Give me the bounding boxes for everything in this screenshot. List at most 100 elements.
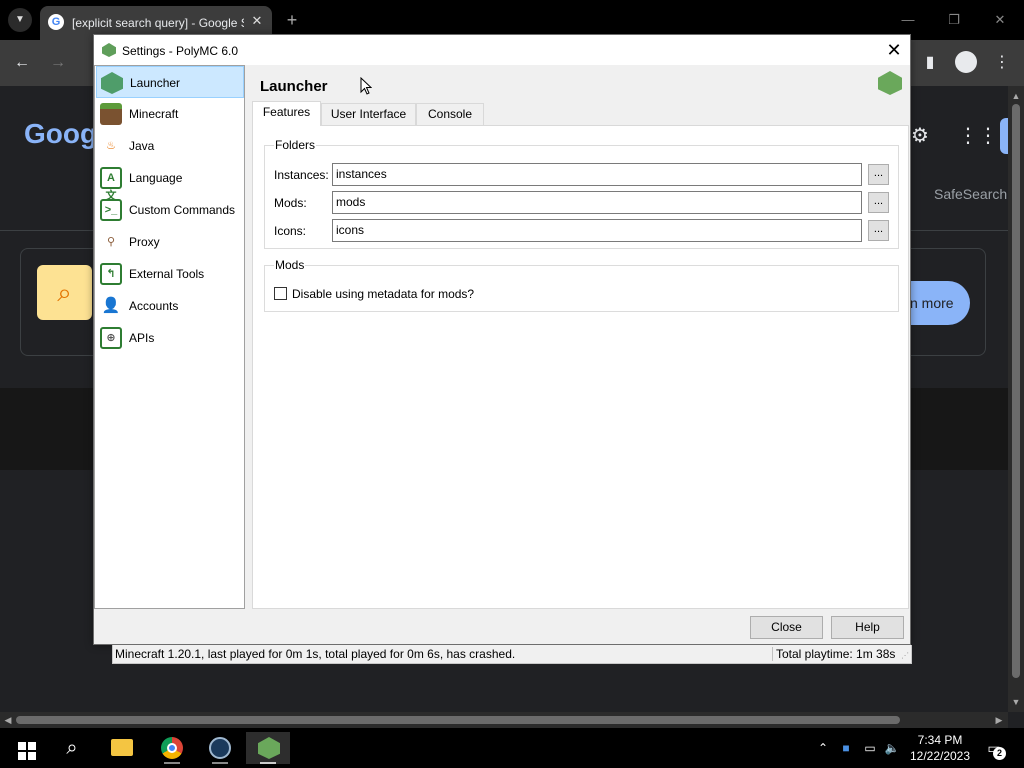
icons-browse-button[interactable]: ... [868,220,889,241]
sidepanel-icon[interactable]: ▮ [918,51,942,75]
java-icon: ♨ [106,140,116,152]
help-button[interactable]: Help [831,616,904,639]
volume-muted-icon[interactable]: 🔈 [884,740,900,756]
disable-metadata-label[interactable]: Disable using metadata for mods? [292,286,474,302]
minecraft-icon [100,103,122,125]
nav-item-external-tools[interactable]: ↰ External Tools [96,258,244,290]
mods-browse-button[interactable]: ... [868,192,889,213]
nav-label: Language [129,171,183,185]
steam-icon[interactable] [198,732,242,764]
nav-item-java[interactable]: ♨ Java [96,130,244,162]
launcher-icon [101,72,123,94]
scroll-right-arrow-icon[interactable]: ▶ [991,712,1007,728]
nav-label: Accounts [129,299,179,313]
polymc-logo [258,737,280,759]
clock-time[interactable]: 7:34 PM [910,732,970,748]
steam-logo [209,737,231,759]
accounts-icon: 👤 [101,297,121,314]
browser-minimize-button[interactable]: — [898,10,918,30]
nav-label: Java [129,139,155,153]
taskbar-search-icon[interactable]: ⌕ [50,732,94,764]
folders-group: Folders Instances: instances ... Mods: m… [264,137,899,249]
nav-item-launcher[interactable]: Launcher [96,66,244,98]
icons-field[interactable]: icons [332,219,862,242]
google-apps-icon[interactable]: ⋮⋮⋮ [958,124,1018,148]
proxy-icon: ⚲ [106,236,116,248]
browser-maximize-button[interactable]: ❐ [944,10,964,30]
chrome-icon[interactable] [150,732,194,764]
tab-search-button[interactable]: ▼ [8,8,32,32]
instances-label: Instances: [274,168,329,182]
nav-item-minecraft[interactable]: Minecraft [96,98,244,130]
launcher-page-icon [878,71,902,95]
nav-item-proxy[interactable]: ⚲ Proxy [96,226,244,258]
apis-icon: ⊕ [100,327,122,349]
nav-label: APIs [129,331,155,345]
resize-grip-icon[interactable]: ⋰ [901,651,911,661]
dialog-title: Settings - PolyMC 6.0 [122,44,239,58]
network-icon[interactable]: ▭ [862,740,878,756]
total-playtime: Total playtime: 1m 38s [776,647,896,661]
nav-item-accounts[interactable]: 👤 Accounts [96,290,244,322]
mouse-cursor-icon [360,77,372,95]
nav-item-language[interactable]: A文 Language [96,162,244,202]
instances-browse-button[interactable]: ... [868,164,889,185]
dialog-titlebar[interactable]: Settings - PolyMC 6.0 ✕ [94,35,910,65]
settings-dialog: Settings - PolyMC 6.0 ✕ Launcher Minecra… [93,34,911,645]
google-logo[interactable]: Goog [24,118,97,150]
tab-features[interactable]: Features [252,101,321,126]
custom-commands-icon: >_ [100,199,122,221]
polymc-icon[interactable] [246,732,290,764]
windows-start-icon [18,742,36,760]
folder-shape [111,739,133,756]
chrome-logo-center [167,743,177,753]
file-explorer-icon[interactable] [100,732,144,764]
browser-close-button[interactable]: ✕ [990,10,1010,30]
nav-item-apis[interactable]: ⊕ APIs [96,322,244,354]
tray-app-icon[interactable]: ■ [838,740,854,756]
clock-date[interactable]: 12/22/2023 [906,748,974,764]
new-tab-button[interactable]: + [282,10,302,30]
settings-nav: Launcher Minecraft ♨ Java A文 Language >_… [94,65,245,609]
forward-arrow-icon[interactable]: → [46,51,70,75]
disable-metadata-checkbox[interactable] [274,287,287,300]
start-button[interactable] [2,732,46,764]
tab-close-icon[interactable]: ✕ [248,12,266,30]
running-indicator [260,762,276,764]
page-title: Launcher [260,78,328,95]
scroll-down-arrow-icon[interactable]: ▼ [1008,694,1024,710]
external-tools-icon: ↰ [100,263,122,285]
mods-field[interactable]: mods [332,191,862,214]
safesearch-link[interactable]: SafeSearch [934,186,1007,202]
horizontal-scrollbar-thumb[interactable] [16,716,900,724]
features-pane: Folders Instances: instances ... Mods: m… [252,125,909,609]
mods-label: Mods: [274,196,307,210]
nav-item-custom-commands[interactable]: >_ Custom Commands [96,194,244,226]
tab-title: [explicit search query] - Google Search [72,16,244,30]
polymc-app-icon [102,43,116,57]
instances-field[interactable]: instances [332,163,862,186]
icons-label: Icons: [274,224,307,238]
vertical-scrollbar-thumb[interactable] [1012,104,1020,678]
show-hidden-icons-chevron-icon[interactable]: ⌃ [815,740,831,756]
close-button[interactable]: Close [750,616,823,639]
language-icon: A文 [100,167,122,202]
back-arrow-icon[interactable]: ← [10,51,34,75]
settings-gear-icon[interactable]: ⚙ [908,124,932,148]
nav-label: Custom Commands [129,203,236,217]
windows-taskbar: ⌕ ⌃ ■ ▭ 🔈 7:34 PM 12/22/2023 ▭ 2 [0,728,1024,768]
running-indicator [164,762,180,764]
tab-console[interactable]: Console [416,103,484,125]
profile-avatar-icon[interactable] [955,51,977,73]
search-icon: ⌕ [37,265,92,320]
dialog-close-icon[interactable]: ✕ [884,40,904,60]
scroll-up-arrow-icon[interactable]: ▲ [1008,88,1024,104]
mods-group: Mods Disable using metadata for mods? [264,257,899,312]
running-indicator [212,762,228,764]
tab-user-interface[interactable]: User Interface [321,103,416,125]
browser-menu-icon[interactable]: ⋮ [990,51,1014,75]
launcher-statusbar: Minecraft 1.20.1, last played for 0m 1s,… [112,645,912,664]
desktop-screen: ▼ G [explicit search query] - Google Sea… [0,0,1024,768]
nav-label: Proxy [129,235,160,249]
scroll-left-arrow-icon[interactable]: ◀ [0,712,16,728]
